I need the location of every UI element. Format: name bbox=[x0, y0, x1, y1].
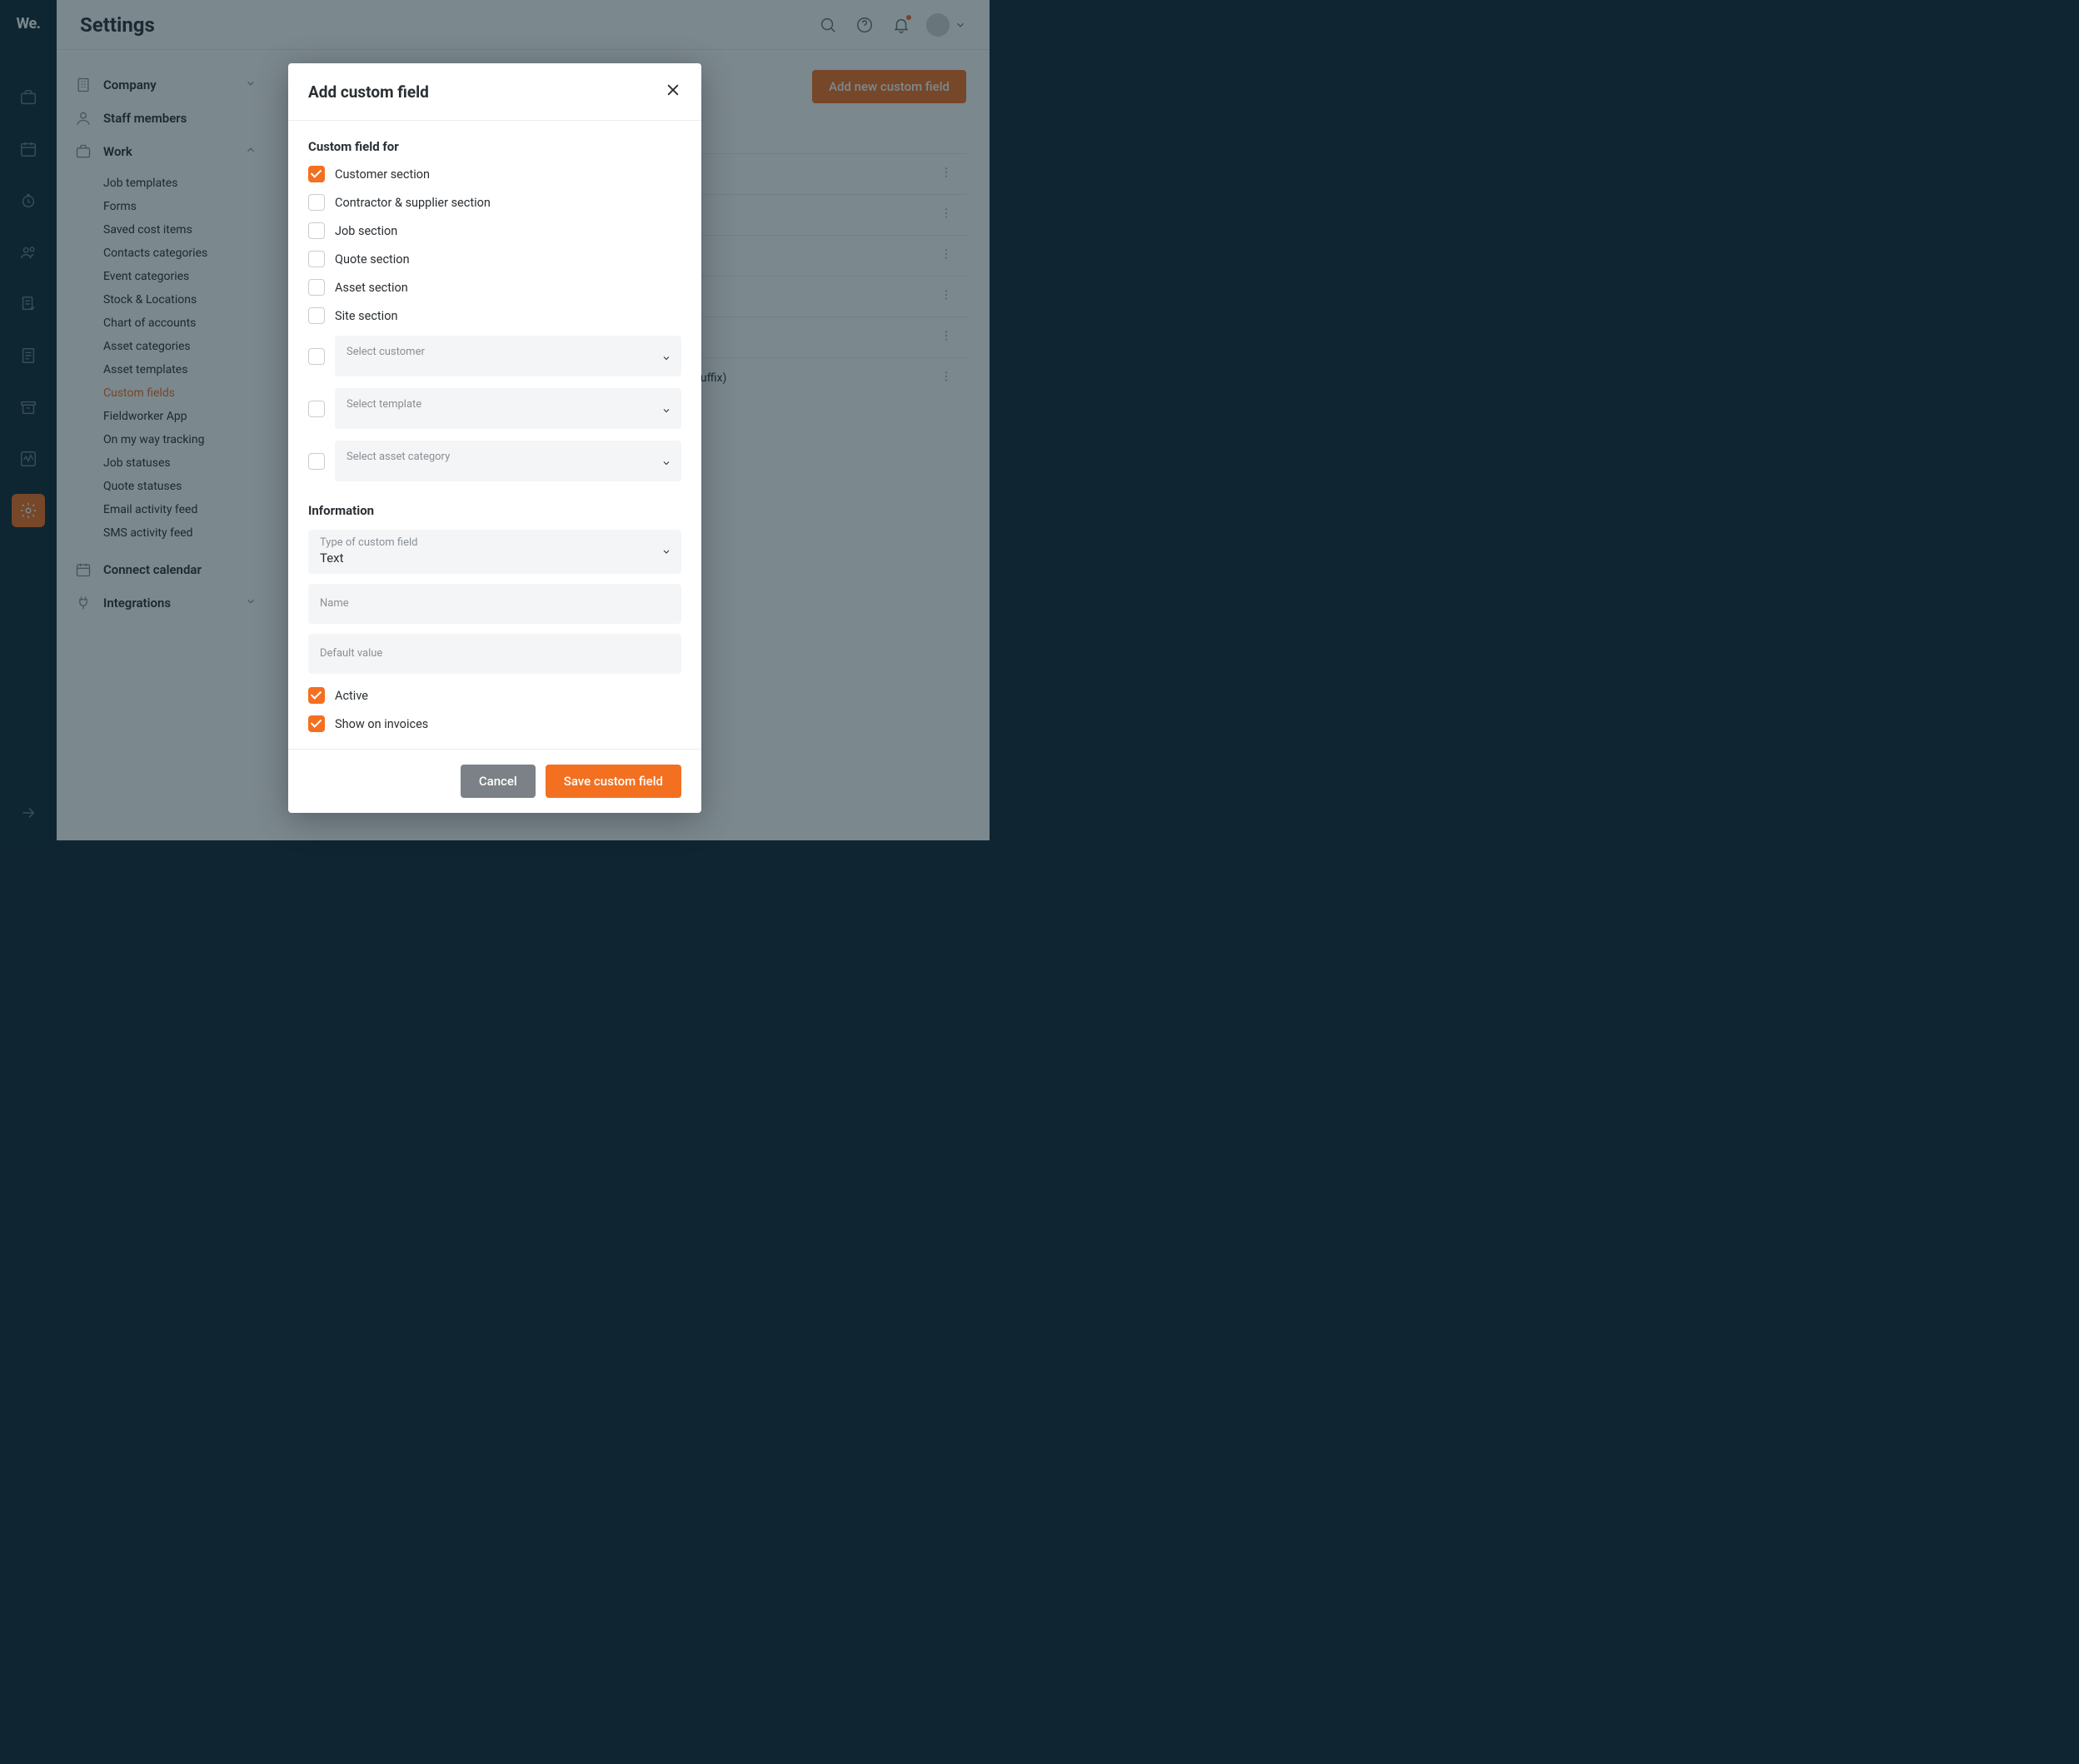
cancel-button[interactable]: Cancel bbox=[461, 765, 536, 798]
checkbox-icon bbox=[308, 279, 325, 296]
checkbox-site-section[interactable]: Site section bbox=[308, 307, 681, 324]
field-value: Text bbox=[320, 549, 670, 566]
field-label: Name bbox=[320, 597, 670, 610]
modal-footer: Cancel Save custom field bbox=[288, 749, 701, 813]
checkbox-icon bbox=[308, 166, 325, 182]
checkbox-icon bbox=[308, 251, 325, 267]
chevron-down-icon bbox=[661, 456, 671, 471]
checkbox-icon bbox=[308, 194, 325, 211]
select-label: Select asset category bbox=[346, 451, 450, 463]
chevron-down-icon bbox=[661, 544, 671, 560]
checkbox-active[interactable]: Active bbox=[308, 687, 681, 704]
field-label: Type of custom field bbox=[320, 536, 670, 549]
section-title: Information bbox=[308, 503, 681, 518]
select-template-dropdown[interactable]: Select template bbox=[335, 388, 681, 429]
checkbox-icon bbox=[308, 222, 325, 239]
checkbox-label: Show on invoices bbox=[335, 717, 428, 731]
type-of-field-dropdown[interactable]: Type of custom field Text bbox=[308, 530, 681, 574]
checkbox-icon[interactable] bbox=[308, 348, 325, 365]
checkbox-customer-section[interactable]: Customer section bbox=[308, 166, 681, 182]
close-icon[interactable] bbox=[665, 82, 681, 102]
modal-title: Add custom field bbox=[308, 82, 665, 102]
name-input[interactable]: Name bbox=[308, 584, 681, 624]
select-customer-row: Select customer bbox=[308, 336, 681, 376]
checkbox-asset-section[interactable]: Asset section bbox=[308, 279, 681, 296]
checkbox-label: Asset section bbox=[335, 281, 408, 295]
modal-body: Custom field for Customer section Contra… bbox=[288, 121, 701, 749]
checkbox-label: Contractor & supplier section bbox=[335, 196, 491, 210]
checkbox-label: Active bbox=[335, 689, 368, 703]
chevron-down-icon bbox=[661, 403, 671, 419]
select-customer-dropdown[interactable]: Select customer bbox=[335, 336, 681, 376]
checkbox-label: Quote section bbox=[335, 252, 410, 267]
select-template-row: Select template bbox=[308, 388, 681, 429]
checkbox-label: Site section bbox=[335, 309, 397, 323]
select-label: Select customer bbox=[346, 346, 425, 358]
checkbox-icon bbox=[308, 687, 325, 704]
add-custom-field-modal: Add custom field Custom field for Custom… bbox=[288, 63, 701, 813]
select-label: Select template bbox=[346, 398, 421, 411]
checkbox-icon bbox=[308, 715, 325, 732]
checkbox-job-section[interactable]: Job section bbox=[308, 222, 681, 239]
select-asset-category-row: Select asset category bbox=[308, 441, 681, 481]
checkbox-quote-section[interactable]: Quote section bbox=[308, 251, 681, 267]
select-asset-category-dropdown[interactable]: Select asset category bbox=[335, 441, 681, 481]
checkbox-show-on-invoices[interactable]: Show on invoices bbox=[308, 715, 681, 732]
field-label: Default value bbox=[320, 647, 670, 660]
chevron-down-icon bbox=[661, 351, 671, 366]
save-button[interactable]: Save custom field bbox=[546, 765, 681, 798]
checkbox-icon[interactable] bbox=[308, 453, 325, 470]
section-title: Custom field for bbox=[308, 139, 681, 154]
checkbox-icon[interactable] bbox=[308, 401, 325, 417]
default-value-input[interactable]: Default value bbox=[308, 634, 681, 674]
checkbox-icon bbox=[308, 307, 325, 324]
checkbox-label: Customer section bbox=[335, 167, 430, 182]
checkbox-contractor-section[interactable]: Contractor & supplier section bbox=[308, 194, 681, 211]
modal-header: Add custom field bbox=[288, 63, 701, 121]
checkbox-label: Job section bbox=[335, 224, 397, 238]
